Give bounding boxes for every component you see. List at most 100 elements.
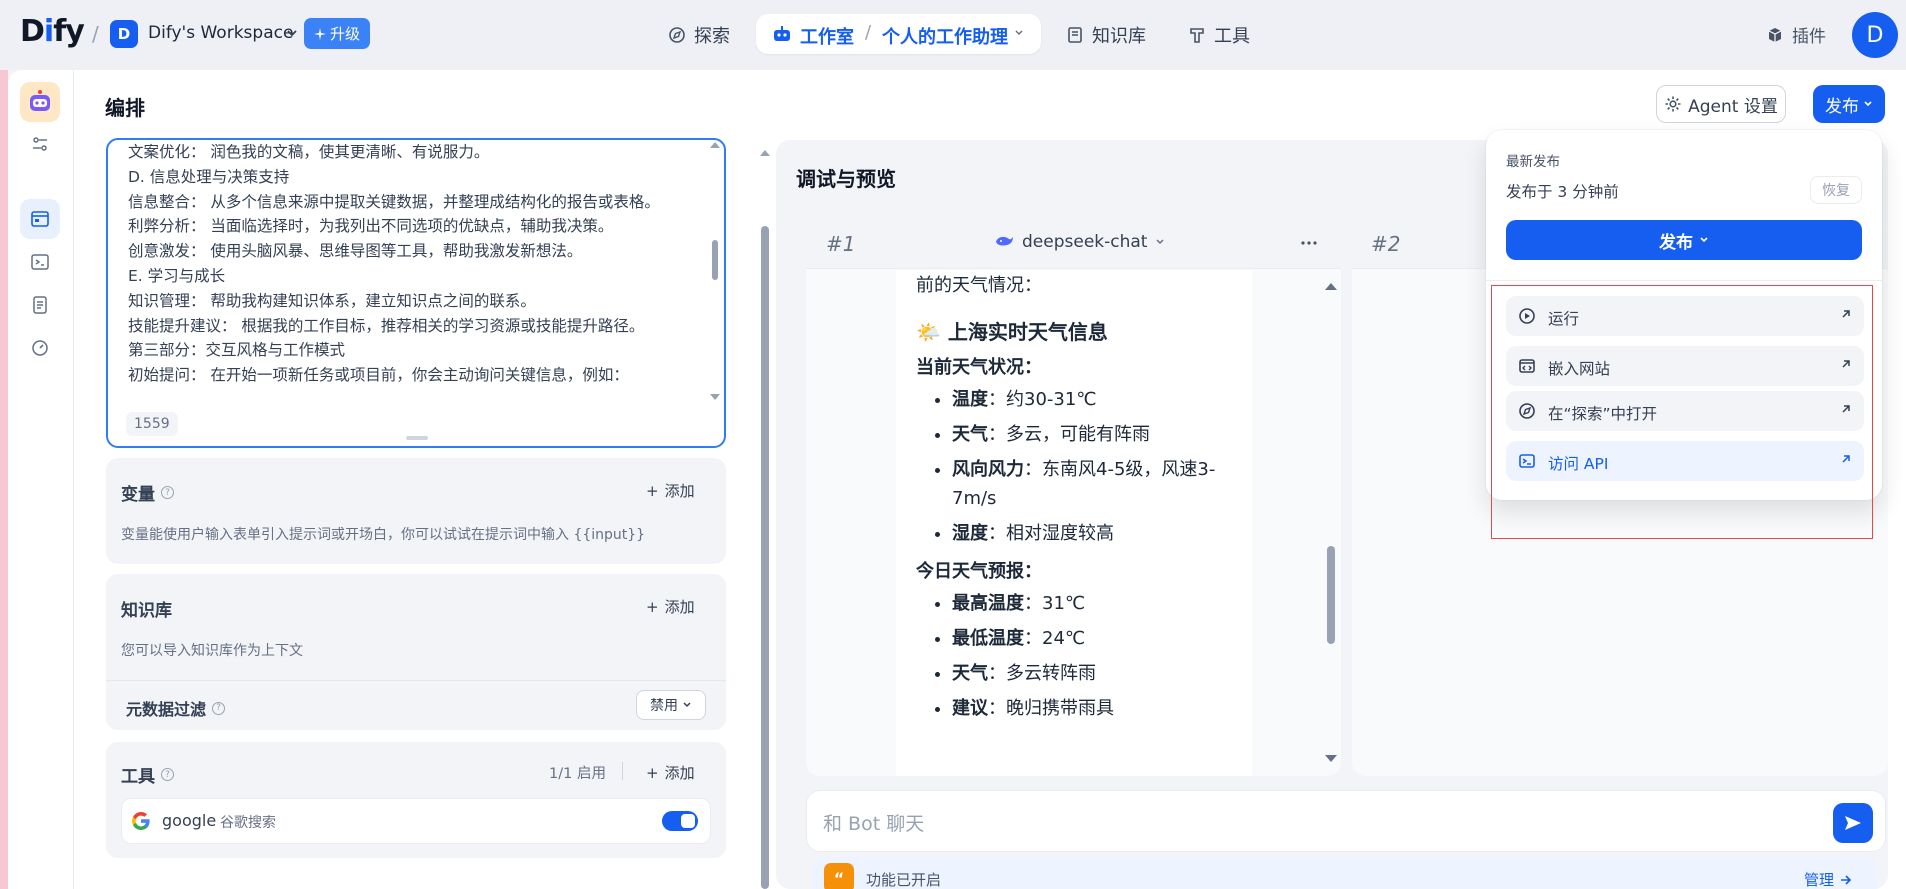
tool-enable-toggle[interactable] bbox=[662, 811, 698, 831]
add-variable-button[interactable]: + 添加 bbox=[646, 480, 695, 501]
metadata-filter-label: 元数据过滤 bbox=[126, 700, 207, 719]
resize-handle[interactable] bbox=[406, 436, 428, 440]
nav-tools[interactable]: 工具 bbox=[1188, 20, 1250, 50]
chat-scrollbar[interactable] bbox=[1322, 278, 1340, 768]
hammer-icon bbox=[1188, 26, 1206, 44]
left-rail bbox=[8, 70, 74, 889]
help-icon[interactable]: ? bbox=[161, 486, 174, 499]
more-icon[interactable] bbox=[1300, 240, 1318, 246]
divider bbox=[1486, 280, 1882, 281]
current-app-name[interactable]: 个人的工作助理 bbox=[882, 23, 1008, 49]
prompt-scrollbar[interactable] bbox=[708, 140, 722, 410]
orchestrate-scrollbar[interactable] bbox=[758, 140, 772, 889]
manage-features-link[interactable]: 管理 bbox=[1804, 869, 1852, 889]
nav-studio-label[interactable]: 工作室 bbox=[800, 23, 854, 49]
tools-enabled-count: 1/1 启用 bbox=[549, 766, 606, 782]
add-knowledge-button[interactable]: + 添加 bbox=[646, 596, 695, 617]
forecast-list: 最高温度：31℃ 最低温度：24℃ 天气：多云转阵雨 建议：晚归携带雨具 bbox=[916, 589, 1246, 723]
model-selector[interactable]: deepseek-chat bbox=[994, 232, 1165, 252]
workspace-name[interactable]: Dify's Workspace bbox=[148, 23, 293, 43]
prompt-line: 第三部分：交互风格与工作模式 bbox=[128, 341, 346, 360]
nav-knowledge[interactable]: 知识库 bbox=[1066, 20, 1146, 50]
list-item: 湿度：相对湿度较高 bbox=[952, 519, 1246, 548]
prompt-line: 文案优化： 润色我的文稿，使其更清晰、有说服力。 bbox=[128, 143, 490, 161]
chevron-down-icon[interactable] bbox=[286, 27, 298, 39]
message-heading: 🌤️ 上海实时天气信息 bbox=[916, 315, 1246, 350]
tool-name: google bbox=[162, 811, 217, 830]
prompt-line: 知识管理： 帮助我构建知识体系，建立知识点之间的联系。 bbox=[128, 291, 536, 310]
plus-icon: + bbox=[646, 481, 659, 500]
tool-label: 谷歌搜索 bbox=[220, 815, 276, 831]
upgrade-button[interactable]: 升级 bbox=[304, 18, 371, 49]
model-card-2-number: #2 bbox=[1371, 232, 1401, 256]
arrow-right-icon bbox=[1840, 874, 1852, 886]
tool-item-google[interactable]: google 谷歌搜索 bbox=[121, 798, 711, 844]
upgrade-label: 升级 bbox=[330, 25, 361, 43]
plugins-link[interactable]: 插件 bbox=[1766, 22, 1826, 47]
app-avatar[interactable] bbox=[20, 82, 60, 122]
terminal-icon[interactable] bbox=[20, 242, 60, 282]
variables-panel: 变量 ? + 添加 变量能使用户输入表单引入提示词或开场白，你可以试试在提示词中输… bbox=[106, 458, 726, 564]
workspace-avatar[interactable]: D bbox=[110, 20, 138, 48]
bot-message: 前的天气情况： 🌤️ 上海实时天气信息 当前天气状况： 温度：约30-31℃ 天… bbox=[896, 270, 1252, 776]
list-item: 温度：约30-31℃ bbox=[952, 385, 1246, 414]
tools-title: 工具 ? bbox=[121, 762, 174, 787]
variables-title-label: 变量 bbox=[121, 485, 155, 505]
restore-button[interactable]: 恢复 bbox=[1810, 176, 1862, 204]
send-button[interactable] bbox=[1833, 803, 1873, 843]
manage-label: 管理 bbox=[1804, 871, 1835, 889]
google-icon bbox=[130, 810, 152, 832]
agent-settings-button[interactable]: Agent 设置 bbox=[1656, 85, 1786, 123]
divider bbox=[622, 762, 623, 780]
add-knowledge-label: 添加 bbox=[664, 598, 695, 616]
knowledge-description: 您可以导入知识库作为上下文 bbox=[121, 643, 303, 659]
nav-knowledge-label: 知识库 bbox=[1092, 26, 1146, 47]
help-icon[interactable]: ? bbox=[161, 768, 174, 781]
dify-logo[interactable]: Dify bbox=[20, 14, 85, 49]
metadata-filter-title: 元数据过滤 ? bbox=[126, 696, 226, 720]
prompt-editor[interactable]: 文案优化： 润色我的文稿，使其更清晰、有说服力。 D. 信息处理与决策支持 信息… bbox=[106, 138, 726, 448]
add-variable-label: 添加 bbox=[664, 482, 695, 500]
book-icon bbox=[1066, 26, 1084, 44]
gear-icon bbox=[1664, 95, 1682, 113]
chevron-down-icon[interactable] bbox=[1014, 28, 1024, 38]
chat-input-placeholder: 和 Bot 聊天 bbox=[823, 813, 925, 835]
publish-button[interactable]: 发布 bbox=[1813, 85, 1885, 123]
nav-studio-pill: 工作室 / 个人的工作助理 bbox=[756, 14, 1041, 54]
preview-title: 调试与预览 bbox=[796, 167, 896, 191]
add-tool-button[interactable]: + 添加 bbox=[646, 762, 695, 783]
logs-icon[interactable] bbox=[20, 285, 60, 325]
highlight-box bbox=[1491, 285, 1873, 539]
window-edge bbox=[0, 70, 8, 889]
chat-input-box[interactable]: 和 Bot 聊天 bbox=[806, 790, 1886, 852]
prompt-text[interactable]: 文案优化： 润色我的文稿，使其更清晰、有说服力。 D. 信息处理与决策支持 信息… bbox=[128, 140, 668, 388]
settings-sliders-icon[interactable] bbox=[20, 124, 60, 164]
robot-icon bbox=[772, 24, 792, 44]
breadcrumb-separator: / bbox=[865, 22, 872, 43]
feature-quote-icon: “ bbox=[824, 863, 854, 889]
plus-icon: + bbox=[646, 763, 659, 782]
metadata-filter-select[interactable]: 禁用 bbox=[636, 690, 706, 720]
add-tool-label: 添加 bbox=[664, 764, 695, 782]
cube-icon bbox=[1766, 26, 1784, 44]
current-weather-title: 当前天气状况： bbox=[916, 357, 1042, 378]
prompt-line: 信息整合： 从多个信息来源中提取关键数据，并整理成结构化的报告或表格。 bbox=[128, 192, 660, 211]
send-icon bbox=[1843, 813, 1863, 833]
publish-label: 发布 bbox=[1825, 96, 1859, 117]
breadcrumb-slash: / bbox=[92, 22, 99, 46]
message-heading-text: 上海实时天气信息 bbox=[947, 320, 1108, 344]
tools-title-label: 工具 bbox=[121, 767, 155, 787]
variables-title: 变量 ? bbox=[121, 480, 174, 505]
prompt-line: 初始提问： 在开始一项新任务或项目前，你会主动询问关键信息，例如： bbox=[128, 366, 629, 385]
deepseek-whale-icon bbox=[994, 234, 1014, 250]
publish-update-button[interactable]: 发布 bbox=[1506, 220, 1862, 260]
user-avatar[interactable]: D bbox=[1852, 12, 1898, 58]
chevron-down-icon bbox=[1863, 99, 1873, 109]
orchestrate-icon[interactable] bbox=[20, 199, 60, 239]
help-icon[interactable]: ? bbox=[212, 701, 226, 715]
nav-explore[interactable]: 探索 bbox=[668, 20, 730, 50]
monitoring-gauge-icon[interactable] bbox=[20, 328, 60, 368]
message-content: 前的天气情况： 🌤️ 上海实时天气信息 当前天气状况： 温度：约30-31℃ 天… bbox=[916, 270, 1246, 729]
chevron-down-icon bbox=[1699, 235, 1709, 245]
chevron-down-icon bbox=[1155, 237, 1165, 247]
